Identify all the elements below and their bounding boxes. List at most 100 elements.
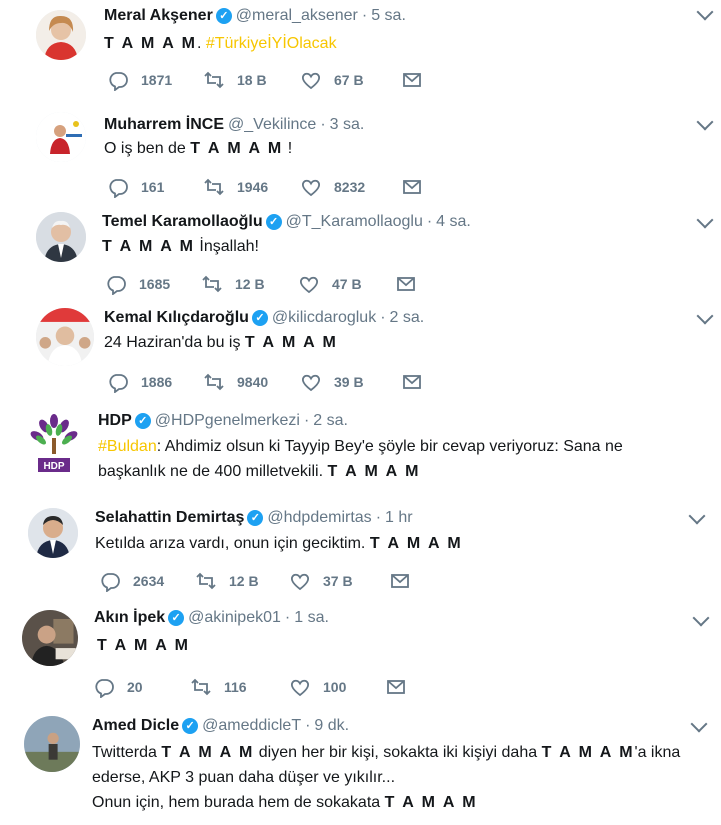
avatar[interactable]	[22, 610, 78, 666]
like-count: 8232	[334, 179, 366, 195]
tweet-actions: 1685 12 B 47 B	[105, 273, 425, 295]
retweet-button[interactable]: 18 B	[203, 69, 267, 91]
verified-badge-icon: ✓	[134, 413, 151, 429]
timestamp[interactable]: 2 sa.	[313, 412, 348, 429]
handle[interactable]: @kilicdarogluk	[272, 309, 376, 326]
display-name[interactable]: Akın İpek	[94, 609, 165, 626]
display-name[interactable]: Meral Akşener	[104, 7, 213, 24]
like-button[interactable]: 37 B	[289, 570, 353, 592]
handle[interactable]: @hdpdemirtas	[267, 509, 371, 526]
display-name[interactable]: Kemal Kılıçdaroğlu	[104, 309, 249, 326]
like-button[interactable]: 100	[289, 676, 346, 698]
display-name[interactable]: HDP	[98, 412, 132, 429]
retweet-button[interactable]: 1946	[203, 176, 268, 198]
reply-icon	[107, 176, 129, 198]
timestamp[interactable]: 1 sa.	[294, 609, 329, 626]
display-name[interactable]: Temel Karamollaoğlu	[102, 213, 263, 230]
like-button[interactable]: 39 B	[300, 371, 364, 393]
tweet-actions: 1886 9840 39 B	[107, 371, 427, 393]
chevron-down-icon[interactable]	[696, 113, 714, 131]
dm-button[interactable]	[401, 371, 423, 393]
timestamp[interactable]: 9 dk.	[314, 717, 349, 734]
retweet-button[interactable]: 12 B	[201, 273, 265, 295]
tweet-amed-dicle: Amed Dicle ✓ @ameddicleT · 9 dk. Twitterda T…	[0, 706, 721, 825]
chevron-down-icon[interactable]	[692, 609, 710, 627]
retweet-button[interactable]: 12 B	[195, 570, 259, 592]
reply-button[interactable]: 1871	[107, 69, 172, 91]
chevron-down-icon[interactable]	[696, 211, 714, 229]
reply-button[interactable]: 2634	[99, 570, 164, 592]
tweet-actions: 161 1946 8232	[107, 176, 427, 198]
tweet-text: T A M A M İnşallah!	[102, 238, 259, 255]
reply-icon	[93, 676, 115, 698]
hashtag-link[interactable]: #TürkiyeİYİOlacak	[206, 35, 337, 52]
display-name[interactable]: Selahattin Demirtaş	[95, 509, 244, 526]
dm-button[interactable]	[389, 570, 411, 592]
reply-count: 1886	[141, 374, 173, 390]
retweet-button[interactable]: 116	[190, 676, 247, 698]
envelope-icon	[385, 676, 407, 698]
display-name[interactable]: Muharrem İNCE	[104, 116, 224, 133]
retweet-count: 116	[224, 679, 247, 695]
handle[interactable]: @_Vekilince	[228, 116, 316, 133]
tweet-header: HDP ✓ @HDPgenelmerkezi · 2 sa.	[98, 412, 348, 429]
timestamp[interactable]: 4 sa.	[436, 213, 471, 230]
reply-button[interactable]: 1685	[105, 273, 170, 295]
chevron-down-icon[interactable]	[696, 3, 714, 21]
tweet-header: Temel Karamollaoğlu ✓ @T_Karamollaoglu · 4 s…	[102, 213, 471, 230]
heart-icon	[289, 676, 311, 698]
avatar[interactable]	[36, 308, 94, 366]
timestamp[interactable]: 5 sa.	[371, 7, 406, 24]
tweet-text: 24 Haziran'da bu iş T A M A M	[104, 334, 338, 351]
avatar[interactable]	[28, 508, 78, 558]
dm-button[interactable]	[395, 273, 417, 295]
verified-badge-icon: ✓	[247, 510, 264, 526]
hashtag-link[interactable]: #Buldan	[98, 438, 157, 455]
timestamp[interactable]: 3 sa.	[330, 116, 365, 133]
handle[interactable]: @HDPgenelmerkezi	[155, 412, 300, 429]
retweet-icon	[203, 176, 225, 198]
handle[interactable]: @akinipek01	[188, 609, 281, 626]
like-count: 100	[323, 679, 347, 695]
chevron-down-icon[interactable]	[690, 715, 708, 733]
like-count: 37 B	[323, 573, 353, 589]
avatar[interactable]	[36, 212, 86, 262]
retweet-icon	[203, 371, 225, 393]
like-button[interactable]: 67 B	[300, 69, 364, 91]
envelope-icon	[401, 371, 423, 393]
dm-button[interactable]	[401, 176, 423, 198]
chevron-down-icon[interactable]	[688, 507, 706, 525]
tweet-text: #Buldan: Ahdimiz olsun ki Tayyip Bey'e ş…	[98, 438, 623, 480]
like-button[interactable]: 47 B	[298, 273, 362, 295]
handle[interactable]: @T_Karamollaoglu	[286, 213, 423, 230]
retweet-button[interactable]: 9840	[203, 371, 268, 393]
avatar[interactable]	[24, 716, 80, 772]
reply-button[interactable]: 1886	[107, 371, 172, 393]
reply-count: 2634	[133, 573, 165, 589]
reply-button[interactable]: 20	[93, 676, 143, 698]
reply-count: 161	[141, 179, 165, 195]
avatar[interactable]	[36, 112, 86, 162]
avatar[interactable]: HDP	[30, 414, 78, 474]
reply-icon	[107, 69, 129, 91]
handle[interactable]: @ameddicleT	[202, 717, 301, 734]
tweet-text: Twitterda T A M A M diyen her bir kişi, …	[92, 744, 681, 811]
retweet-icon	[195, 570, 217, 592]
retweet-icon	[203, 69, 225, 91]
envelope-icon	[401, 176, 423, 198]
like-button[interactable]: 8232	[300, 176, 365, 198]
verified-badge-icon: ✓	[168, 610, 185, 626]
dm-button[interactable]	[385, 676, 407, 698]
dm-button[interactable]	[401, 69, 423, 91]
timestamp[interactable]: 2 sa.	[390, 309, 425, 326]
reply-button[interactable]: 161	[107, 176, 164, 198]
display-name[interactable]: Amed Dicle	[92, 717, 179, 734]
retweet-count: 18 B	[237, 72, 267, 88]
timestamp[interactable]: 1 hr	[385, 509, 413, 526]
handle[interactable]: @meral_aksener	[236, 7, 358, 24]
reply-icon	[105, 273, 127, 295]
chevron-down-icon[interactable]	[696, 307, 714, 325]
tweet-text: T A M A M	[97, 637, 190, 654]
tweet-header: Muharrem İNCE @_Vekilince · 3 sa.	[104, 116, 365, 133]
avatar[interactable]	[36, 10, 86, 60]
